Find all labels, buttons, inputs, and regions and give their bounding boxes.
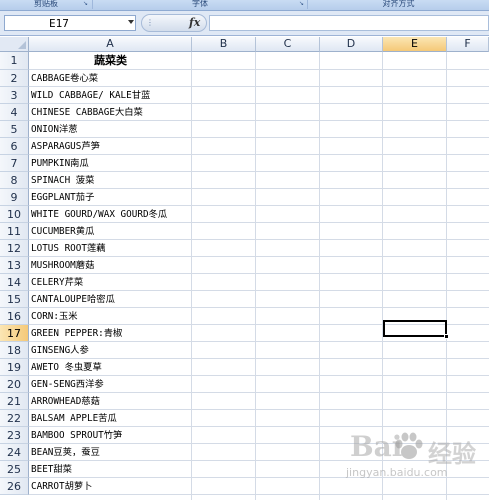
ribbon-group-clipboard[interactable]: 剪贴板 (0, 0, 93, 9)
column-header-c[interactable]: C (256, 37, 320, 52)
grip-dots-icon[interactable]: ⋮ (146, 18, 154, 27)
vegetable-cell[interactable]: ASPARAGUS芦笋 (31, 138, 100, 155)
vegetable-cell[interactable]: LOTUS ROOT莲藕 (31, 240, 106, 257)
select-all-button[interactable] (0, 37, 29, 52)
insert-function-button[interactable]: fx (189, 16, 200, 29)
gridline (29, 494, 489, 495)
category-header-cell[interactable]: 蔬菜类 (29, 52, 192, 70)
ribbon-group-label: 剪贴板 (34, 0, 58, 8)
row-header[interactable]: 18 (0, 342, 29, 359)
column-header-f[interactable]: F (447, 37, 489, 52)
ribbon-group-label: 字体 (192, 0, 208, 8)
name-box-value: E17 (49, 17, 69, 30)
vegetable-cell[interactable]: CARROT胡萝卜 (31, 478, 92, 495)
gridline (29, 171, 489, 172)
row-header[interactable]: 20 (0, 376, 29, 393)
fill-handle[interactable] (444, 334, 449, 339)
row-header[interactable]: 9 (0, 189, 29, 206)
row-header[interactable]: 2 (0, 70, 29, 87)
vegetable-cell[interactable]: CORN:玉米 (31, 308, 78, 325)
vegetable-cell[interactable]: CUCUMBER黄瓜 (31, 223, 94, 240)
active-cell-e17[interactable] (383, 320, 447, 337)
row-header[interactable]: 19 (0, 359, 29, 376)
name-box[interactable]: E17 (4, 15, 136, 31)
vegetable-cell[interactable]: GEN-SENG西洋参 (31, 376, 104, 393)
row-header[interactable]: 4 (0, 104, 29, 121)
formula-bar: E17 ⋮ fx (0, 11, 489, 36)
row-header[interactable]: 12 (0, 240, 29, 257)
row-header[interactable]: 21 (0, 393, 29, 410)
row-header[interactable]: 26 (0, 478, 29, 495)
gridline (29, 188, 489, 189)
row-header[interactable]: 1 (0, 52, 29, 70)
vegetable-cell[interactable]: WHITE GOURD/WAX GOURD冬瓜 (31, 206, 167, 223)
vegetable-cell[interactable]: CABBAGE卷心菜 (31, 70, 98, 87)
row-header[interactable]: 25 (0, 461, 29, 478)
vegetable-cell[interactable]: AWETO 冬虫夏草 (31, 359, 102, 376)
vegetable-cell[interactable]: ONION洋葱 (31, 121, 78, 138)
ribbon-group-font[interactable]: 字体 (93, 0, 308, 9)
ribbon-group-label: 对齐方式 (382, 0, 415, 8)
column-header-d[interactable]: D (320, 37, 383, 52)
vegetable-cell[interactable]: CELERY芹菜 (31, 274, 83, 291)
vegetable-cell[interactable]: BAMBOO SPROUT竹笋 (31, 427, 122, 444)
row-header[interactable]: 24 (0, 444, 29, 461)
row-header[interactable]: 7 (0, 155, 29, 172)
vegetable-cell[interactable]: SPINACH 菠菜 (31, 172, 94, 189)
vegetable-cell[interactable]: PUMPKIN南瓜 (31, 155, 89, 172)
row-header[interactable]: 13 (0, 257, 29, 274)
row-header[interactable]: 5 (0, 121, 29, 138)
select-all-icon (18, 41, 26, 49)
dialog-launcher-icon[interactable]: ↘ (81, 0, 90, 8)
vegetable-cell[interactable]: MUSHROOM蘑菇 (31, 257, 94, 274)
row-header[interactable]: 14 (0, 274, 29, 291)
watermark-url: jingyan.baidu.com (346, 466, 448, 479)
row-header[interactable]: 16 (0, 308, 29, 325)
vegetable-cell[interactable]: ARROWHEAD慈菇 (31, 393, 100, 410)
baidu-paw-icon (395, 432, 423, 459)
row-header[interactable]: 23 (0, 427, 29, 444)
column-header-a[interactable]: A (29, 37, 192, 52)
vegetable-cell[interactable]: CANTALOUPE哈密瓜 (31, 291, 115, 308)
row-header[interactable]: 11 (0, 223, 29, 240)
column-header-e[interactable]: E (383, 37, 447, 52)
vegetable-cell[interactable]: CHINESE CABBAGE大白菜 (31, 104, 143, 121)
dialog-launcher-icon[interactable]: ↘ (297, 0, 306, 8)
row-header[interactable]: 6 (0, 138, 29, 155)
gridline (29, 273, 489, 274)
row-header[interactable]: 10 (0, 206, 29, 223)
vegetable-cell[interactable]: GINSENG人参 (31, 342, 89, 359)
vegetable-cell[interactable]: WILD CABBAGE/ KALE甘蓝 (31, 87, 150, 104)
column-header-b[interactable]: B (192, 37, 256, 52)
ribbon-group-alignment[interactable]: 对齐方式 (308, 0, 489, 9)
watermark-brand-suffix: 经验 (428, 440, 476, 468)
chevron-down-icon[interactable] (128, 20, 134, 24)
vegetable-cell[interactable]: BEAN豆荚，蚕豆 (31, 444, 100, 461)
row-header[interactable]: 17 (0, 325, 29, 342)
vegetable-cell[interactable]: BEET甜菜 (31, 461, 72, 478)
row-header[interactable]: 22 (0, 410, 29, 427)
vegetable-cell[interactable]: EGGPLANT茄子 (31, 189, 94, 206)
row-header[interactable]: 8 (0, 172, 29, 189)
insert-function-control: ⋮ fx (141, 14, 207, 32)
vegetable-cell[interactable]: BALSAM APPLE苦瓜 (31, 410, 117, 427)
formula-input[interactable] (209, 15, 489, 31)
ribbon: 剪贴板 ↘ 字体 ↘ 对齐方式 (0, 0, 489, 11)
vegetable-cell[interactable]: GREEN PEPPER:青椒 (31, 325, 122, 342)
watermark: Bai 经验 jingyan.baidu.com (340, 428, 485, 494)
row-header[interactable]: 15 (0, 291, 29, 308)
row-header[interactable]: 3 (0, 87, 29, 104)
